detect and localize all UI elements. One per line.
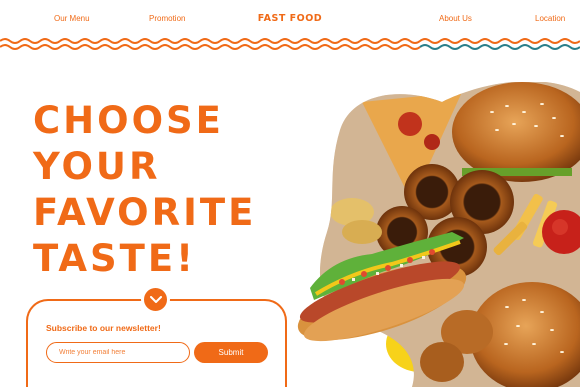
nav-our-menu[interactable]: Our Menu (54, 14, 90, 23)
brand-logo[interactable]: FAST FOOD (250, 13, 330, 24)
hero-food-image (297, 82, 580, 387)
wave-line-bottom-teal (419, 44, 580, 50)
hero-headline: CHOOSE YOUR FAVORITE TASTE! (33, 98, 256, 282)
wave-line-bottom (0, 44, 421, 50)
nav-promotion[interactable]: Promotion (149, 14, 185, 23)
food-collage (319, 82, 580, 387)
headline-line-4: TASTE! (33, 237, 197, 280)
newsletter-title: Subscribe to our newsletter! (46, 323, 161, 333)
headline-line-1: CHOOSE (33, 99, 224, 142)
nav-about-us[interactable]: About Us (439, 14, 472, 23)
email-field[interactable] (46, 342, 190, 363)
scroll-down-button[interactable] (141, 285, 170, 314)
submit-button[interactable]: Submit (194, 342, 268, 363)
wavy-divider (0, 38, 580, 50)
headline-line-3: FAVORITE (33, 191, 257, 234)
headline-line-2: YOUR (33, 145, 161, 188)
chevron-down-icon (149, 295, 162, 303)
top-nav: Our Menu Promotion FAST FOOD About Us Lo… (0, 0, 580, 38)
wave-line-top (0, 38, 580, 44)
nav-location[interactable]: Location (535, 14, 565, 23)
